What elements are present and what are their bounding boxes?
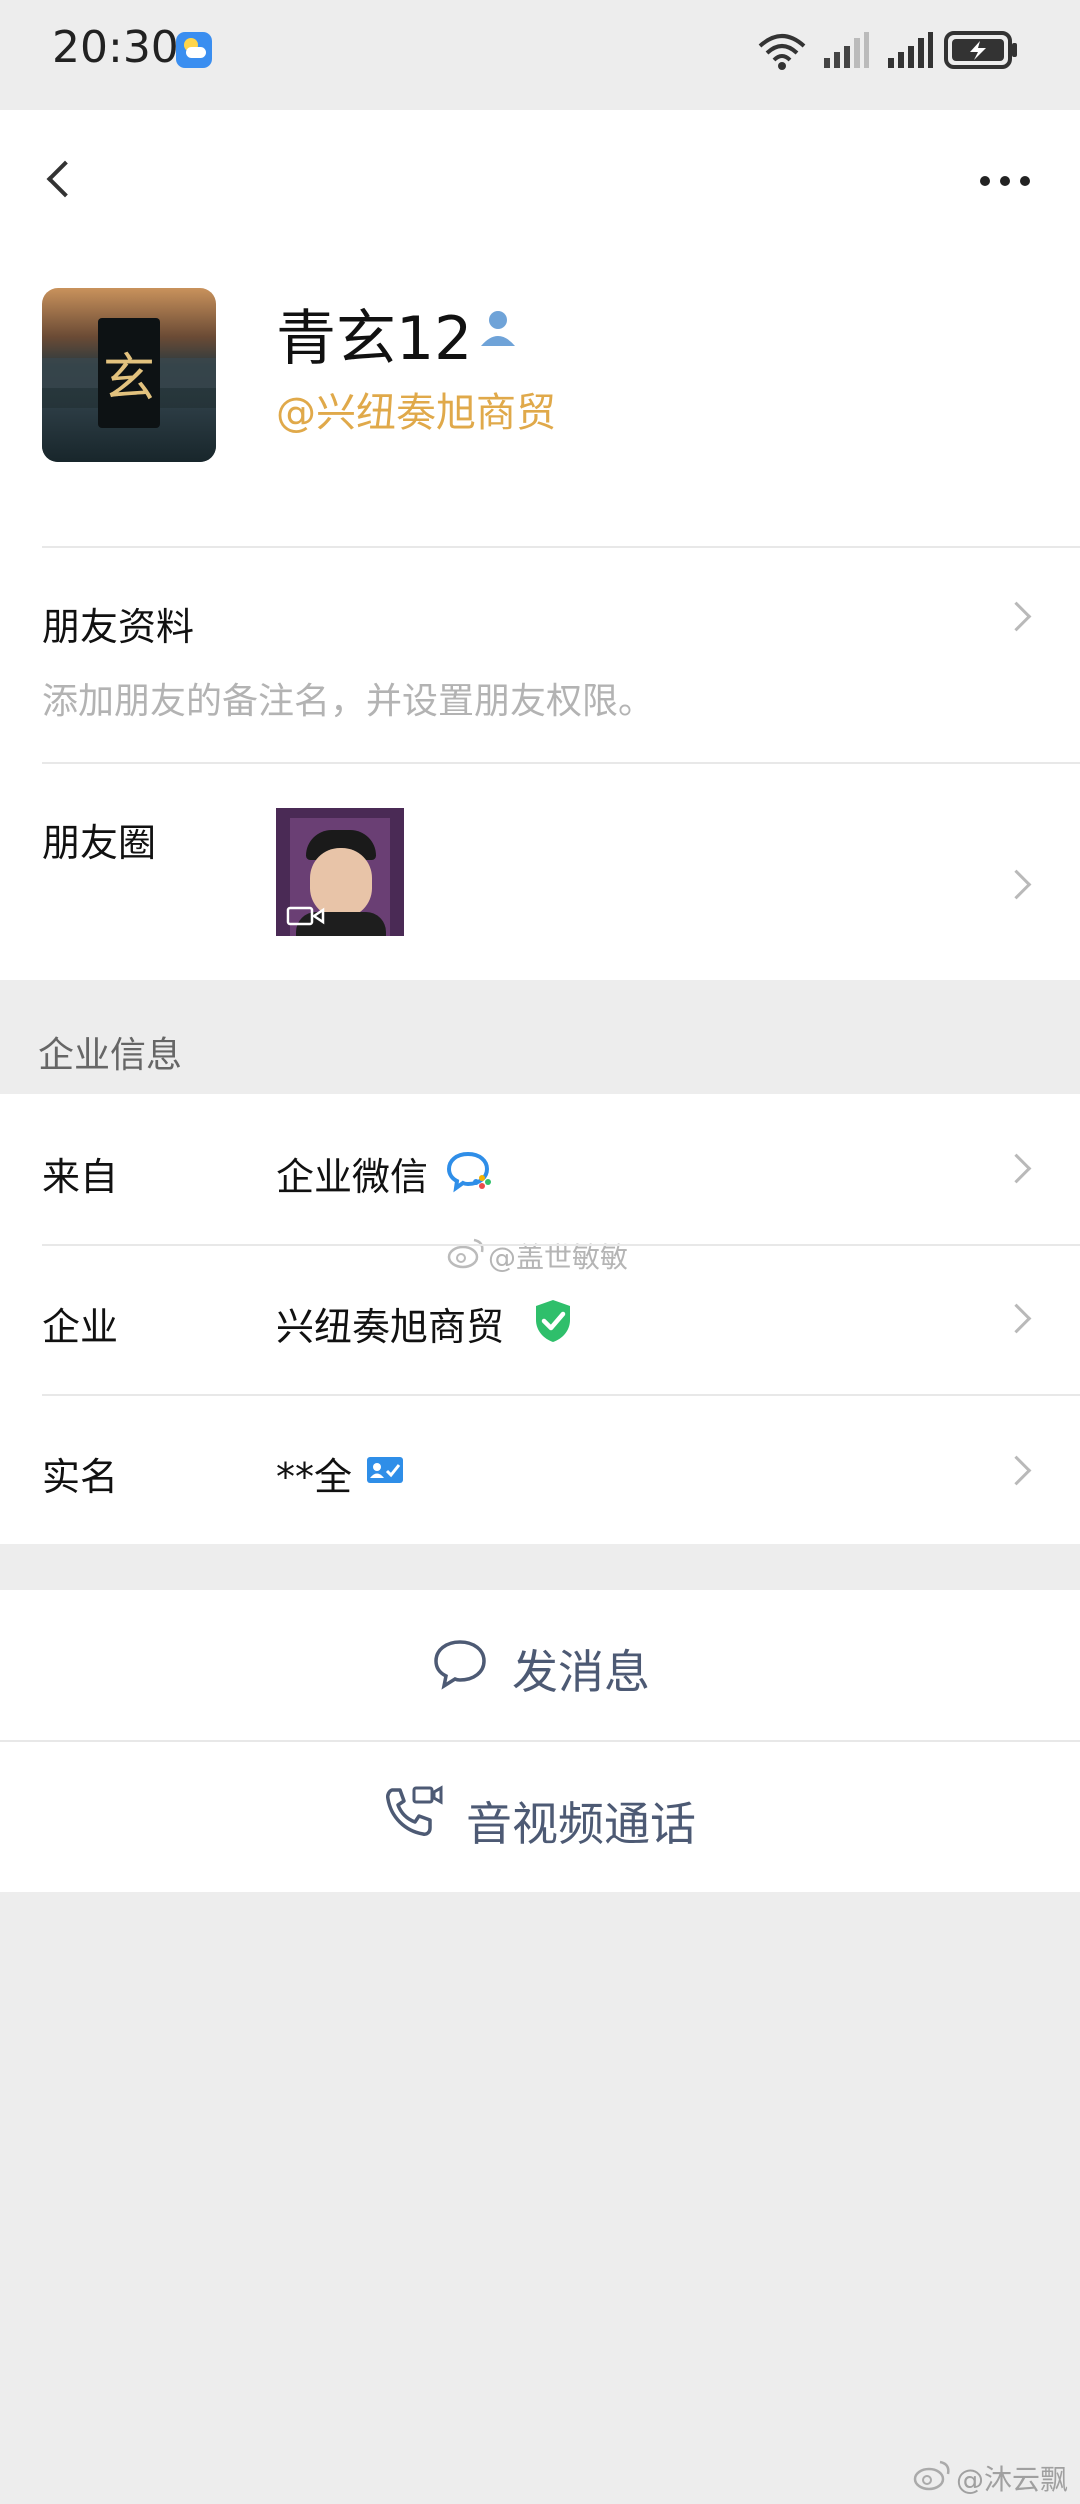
- phone-video-icon: [382, 1784, 444, 1848]
- chevron-right-icon: [1001, 1153, 1032, 1184]
- more-icon-dot: [1020, 176, 1030, 186]
- chevron-right-icon: [1001, 869, 1032, 900]
- company-row[interactable]: 企业 兴纽奏旭商贸: [0, 1246, 1080, 1396]
- chat-bubble-icon: [432, 1638, 488, 1696]
- company-handle: @兴纽奏旭商贸: [276, 390, 556, 436]
- company-label: 企业: [42, 1305, 119, 1349]
- source-value: 企业微信: [276, 1155, 429, 1199]
- chevron-right-icon: [1001, 601, 1032, 632]
- friend-info-label: 朋友资料: [42, 605, 195, 649]
- id-card-icon: [366, 1456, 404, 1488]
- chevron-right-icon: [1001, 1455, 1032, 1486]
- send-message-label: 发消息: [512, 1645, 650, 1699]
- video-icon: [286, 904, 326, 932]
- watermark-bottom: @沐云飘: [956, 2463, 1069, 2496]
- moments-row[interactable]: 朋友圈: [0, 764, 1080, 980]
- friend-info-row[interactable]: 朋友资料 添加朋友的备注名，并设置朋友权限。: [0, 548, 1080, 764]
- moments-thumbnail[interactable]: [276, 808, 404, 936]
- section-title-enterprise: 企业信息: [38, 1035, 183, 1076]
- more-icon: [980, 176, 990, 186]
- wifi-icon: [756, 30, 808, 76]
- company-value: 兴纽奏旭商贸: [276, 1305, 505, 1349]
- real-name-row[interactable]: 实名 **全: [0, 1396, 1080, 1544]
- signal-icon-sim2: [886, 30, 934, 74]
- more-icon-dot: [1000, 176, 1010, 186]
- more-button[interactable]: [970, 160, 1050, 200]
- real-name-label: 实名: [42, 1455, 119, 1499]
- source-row[interactable]: 来自 企业微信: [0, 1094, 1080, 1244]
- send-message-button[interactable]: 发消息: [0, 1590, 1080, 1740]
- avatar[interactable]: 玄: [42, 288, 216, 462]
- signal-icon-sim1: [822, 30, 870, 74]
- chevron-right-icon: [1001, 1303, 1032, 1334]
- chevron-left-icon: [46, 160, 84, 198]
- moments-label: 朋友圈: [42, 821, 157, 865]
- weibo-icon: [912, 2458, 952, 2496]
- verified-shield-icon: [532, 1298, 574, 1348]
- avatar-glyph: 玄: [102, 349, 155, 409]
- person-icon: [476, 306, 520, 354]
- battery-charging-icon: [944, 30, 1020, 74]
- wecom-icon: [446, 1148, 496, 1198]
- real-name-value: **全: [276, 1455, 353, 1499]
- friend-info-hint: 添加朋友的备注名，并设置朋友权限。: [42, 681, 655, 722]
- weather-icon: [176, 32, 212, 68]
- back-button[interactable]: [30, 150, 90, 210]
- status-time: 20:30: [52, 22, 179, 73]
- voice-video-call-button[interactable]: 音视频通话: [0, 1742, 1080, 1892]
- source-label: 来自: [42, 1155, 119, 1199]
- voice-video-call-label: 音视频通话: [466, 1797, 696, 1851]
- profile-name: 青玄12: [276, 304, 473, 374]
